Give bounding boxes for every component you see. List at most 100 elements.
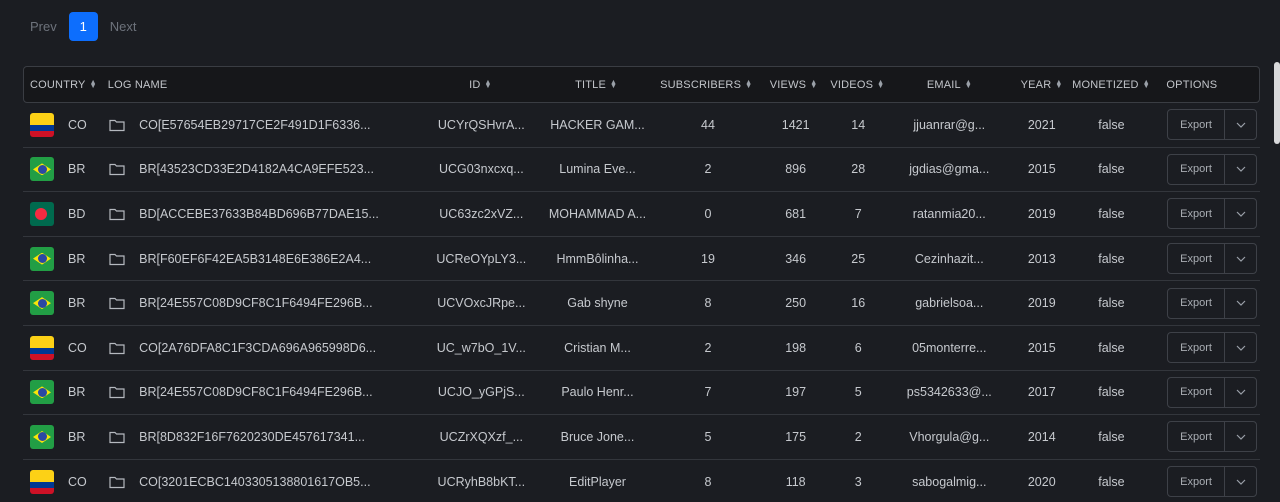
cell-email: ratanmia20... xyxy=(912,206,986,221)
cell-options: Export xyxy=(1155,243,1260,275)
cell-monetized: false xyxy=(1098,385,1125,400)
cell-country: BR xyxy=(23,157,101,182)
cell-id: UCRyhB8bKT... xyxy=(437,474,526,489)
cell-country: BR xyxy=(23,246,101,271)
cell-id: UCYrQSHvrA... xyxy=(437,117,525,132)
folder-icon[interactable] xyxy=(109,118,125,132)
chevron-down-icon xyxy=(1236,211,1245,217)
log-name-text: BR[24E557C08D9CF8C1F6494FE296B... xyxy=(139,385,373,400)
cell-subscribers: 2 xyxy=(704,162,712,177)
table-row: BR BR[24E557C08D9CF8C1F6494FE296B... UCV… xyxy=(23,281,1260,326)
scrollbar[interactable] xyxy=(1274,62,1280,144)
cell-views: 118 xyxy=(785,474,806,489)
cell-year: 2017 xyxy=(1027,385,1056,400)
cell-monetized: false xyxy=(1098,340,1125,355)
cell-videos: 28 xyxy=(851,162,866,177)
country-code: BR xyxy=(68,162,86,177)
cell-monetized: false xyxy=(1098,429,1125,444)
cell-year: 2019 xyxy=(1027,206,1056,221)
cell-subscribers: 44 xyxy=(701,117,715,132)
current-page-button[interactable]: 1 xyxy=(68,11,98,41)
export-dropdown-toggle[interactable] xyxy=(1225,110,1256,139)
header-subscribers[interactable]: SUBSCRIBERS ▲ ▼ xyxy=(657,79,756,91)
cell-videos: 16 xyxy=(851,296,866,311)
export-button[interactable]: Export xyxy=(1168,333,1226,363)
header-videos[interactable]: VIDEOS ▲ ▼ xyxy=(830,79,884,91)
cell-year: 2015 xyxy=(1027,340,1056,355)
logs-table: COUNTRY ▲ ▼ LOG NAME ID ▲ ▼ TITLE ▲ ▼ SUBSCRIB… xyxy=(23,66,1260,502)
cell-email: jjuanrar@g... xyxy=(913,117,986,132)
export-dropdown-toggle[interactable] xyxy=(1225,378,1256,407)
cell-monetized: false xyxy=(1098,162,1125,177)
folder-icon[interactable] xyxy=(109,385,125,399)
sort-icon: ▲ ▼ xyxy=(1055,78,1063,90)
sort-icon: ▲ ▼ xyxy=(745,78,753,90)
table-row: BR BR[24E557C08D9CF8C1F6494FE296B... UCJ… xyxy=(23,371,1260,416)
sort-icon: ▲ ▼ xyxy=(810,78,818,90)
cell-country: BD xyxy=(23,201,101,226)
folder-icon[interactable] xyxy=(109,296,125,310)
cell-log-name: BR[43523CD33E2D4182A4CA9EFE523... xyxy=(101,162,426,176)
cell-country: BR xyxy=(23,380,101,405)
header-id[interactable]: ID ▲ ▼ xyxy=(425,79,536,91)
cell-options: Export xyxy=(1155,109,1260,141)
export-dropdown-toggle[interactable] xyxy=(1225,333,1256,362)
export-button[interactable]: Export xyxy=(1168,199,1226,229)
export-dropdown-toggle[interactable] xyxy=(1225,155,1256,184)
cell-log-name: CO[3201ECBC1403305138801617OB5... xyxy=(101,475,426,489)
cell-id: UCZrXQXzf_... xyxy=(439,429,523,444)
export-button-group: Export xyxy=(1167,153,1258,185)
cell-log-name: BR[24E557C08D9CF8C1F6494FE296B... xyxy=(101,296,426,310)
log-name-text: CO[E57654EB29717CE2F491D1F6336... xyxy=(139,117,371,132)
cell-monetized: false xyxy=(1098,206,1125,221)
sort-icon: ▲ ▼ xyxy=(1142,78,1150,90)
export-dropdown-toggle[interactable] xyxy=(1225,244,1256,273)
brazil-flag-icon xyxy=(30,291,54,316)
cell-options: Export xyxy=(1155,198,1260,230)
cell-title: EditPlayer xyxy=(568,474,626,489)
export-button[interactable]: Export xyxy=(1168,422,1226,452)
cell-id: UCJO_yGPjS... xyxy=(437,385,525,400)
export-button[interactable]: Export xyxy=(1168,244,1226,274)
cell-log-name: BR[24E557C08D9CF8C1F6494FE296B... xyxy=(101,385,426,399)
export-button[interactable]: Export xyxy=(1168,110,1226,140)
export-dropdown-toggle[interactable] xyxy=(1225,467,1256,496)
folder-icon[interactable] xyxy=(109,207,125,221)
export-button[interactable]: Export xyxy=(1168,288,1226,318)
table-header: COUNTRY ▲ ▼ LOG NAME ID ▲ ▼ TITLE ▲ ▼ SUBSCRIB… xyxy=(23,66,1260,103)
next-page-link[interactable]: Next xyxy=(106,19,141,34)
export-button[interactable]: Export xyxy=(1168,154,1226,184)
prev-page-link[interactable]: Prev xyxy=(26,19,61,34)
cell-email: ps5342633@... xyxy=(906,385,992,400)
folder-icon[interactable] xyxy=(109,475,125,489)
cell-views: 1421 xyxy=(781,117,810,132)
folder-icon[interactable] xyxy=(109,430,125,444)
cell-email: 05monterre... xyxy=(912,340,987,355)
cell-views: 250 xyxy=(785,296,807,311)
header-country[interactable]: COUNTRY ▲ ▼ xyxy=(24,79,102,91)
header-year[interactable]: YEAR ▲ ▼ xyxy=(1016,79,1068,91)
cell-videos: 5 xyxy=(854,385,862,400)
cell-subscribers: 5 xyxy=(704,429,712,444)
cell-country: CO xyxy=(23,335,101,360)
header-monetized[interactable]: MONETIZED ▲ ▼ xyxy=(1068,79,1155,91)
cell-id: UCReOYpLY3... xyxy=(436,251,527,266)
cell-monetized: false xyxy=(1098,474,1125,489)
folder-icon[interactable] xyxy=(109,341,125,355)
export-dropdown-toggle[interactable] xyxy=(1225,422,1256,451)
folder-icon[interactable] xyxy=(109,162,125,176)
table-row: CO CO[3201ECBC1403305138801617OB5... UCR… xyxy=(23,460,1260,502)
log-name-text: BR[24E557C08D9CF8C1F6494FE296B... xyxy=(139,296,373,311)
export-button[interactable]: Export xyxy=(1168,467,1226,497)
sort-icon: ▲ ▼ xyxy=(610,78,618,90)
country-code: BR xyxy=(68,296,86,311)
header-email[interactable]: EMAIL ▲ ▼ xyxy=(883,79,1015,91)
export-dropdown-toggle[interactable] xyxy=(1225,289,1256,318)
export-dropdown-toggle[interactable] xyxy=(1225,199,1256,228)
folder-icon[interactable] xyxy=(109,252,125,266)
header-title[interactable]: TITLE ▲ ▼ xyxy=(536,79,657,91)
cell-monetized: false xyxy=(1098,251,1125,266)
export-button[interactable]: Export xyxy=(1168,377,1226,407)
cell-views: 346 xyxy=(785,251,807,266)
header-views[interactable]: VIEWS ▲ ▼ xyxy=(756,79,832,91)
